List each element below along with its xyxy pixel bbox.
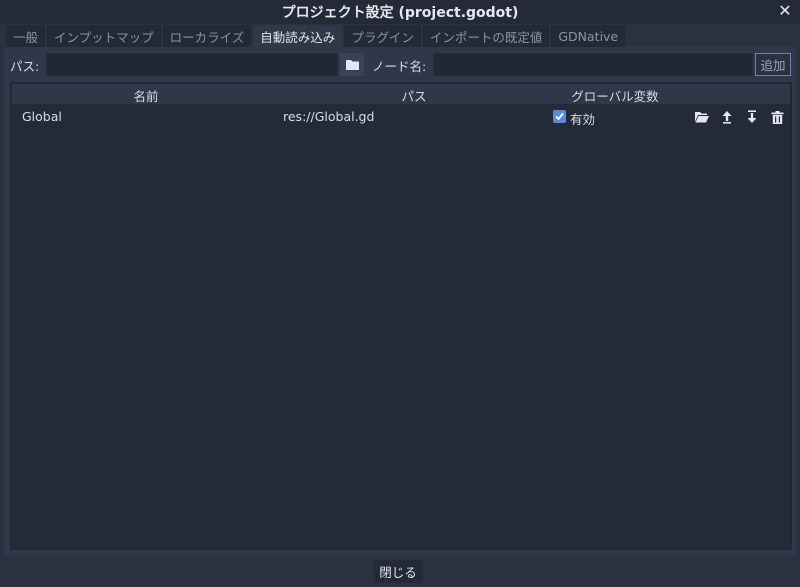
tab-plugins[interactable]: プラグイン — [344, 25, 421, 47]
tab-localization[interactable]: ローカライズ — [162, 25, 252, 47]
window-title: プロジェクト設定 (project.godot) — [281, 5, 519, 21]
autoload-panel: パス: ノード名: 追加 名前 パス グローバル変数 Global res://… — [4, 47, 796, 557]
autoload-table: 名前 パス グローバル変数 Global res://Global.gd 有効 — [10, 82, 792, 550]
checkmark-icon — [555, 112, 564, 121]
tab-autoload[interactable]: 自動読み込み — [253, 25, 343, 47]
open-folder-icon[interactable] — [694, 109, 710, 125]
delete-icon[interactable] — [769, 109, 785, 125]
tab-import-defaults[interactable]: インポートの既定値 — [422, 25, 550, 47]
table-header: 名前 パス グローバル変数 — [12, 84, 790, 104]
column-path: パス — [401, 89, 427, 104]
close-icon[interactable]: ✕ — [776, 2, 794, 20]
node-name-label: ノード名: — [372, 59, 427, 74]
global-enabled-checkbox[interactable] — [553, 110, 566, 123]
settings-tabs: 一般 インプットマップ ローカライズ 自動読み込み プラグイン インポートの既定… — [6, 25, 626, 47]
column-global-variable: グローバル変数 — [571, 89, 659, 104]
folder-icon — [345, 60, 359, 70]
close-button[interactable]: 閉じる — [374, 560, 422, 583]
tab-gdnative[interactable]: GDNative — [551, 25, 626, 47]
node-name-input[interactable] — [433, 53, 753, 76]
tab-input-map[interactable]: インプットマップ — [47, 25, 161, 47]
row-path: res://Global.gd — [283, 109, 375, 124]
title-bar: プロジェクト設定 (project.godot) ✕ — [0, 0, 800, 24]
path-row: パス: ノード名: 追加 — [4, 53, 796, 77]
row-name: Global — [22, 109, 62, 124]
move-down-icon[interactable] — [744, 109, 760, 125]
browse-folder-button[interactable] — [340, 53, 364, 76]
table-row[interactable]: Global res://Global.gd 有効 — [12, 105, 790, 129]
path-input[interactable] — [46, 53, 338, 76]
global-enabled-label: 有効 — [570, 112, 596, 127]
tab-general[interactable]: 一般 — [6, 25, 46, 47]
column-name: 名前 — [133, 89, 159, 104]
path-label: パス: — [10, 59, 40, 74]
add-button[interactable]: 追加 — [755, 53, 791, 76]
move-up-icon[interactable] — [719, 109, 735, 125]
